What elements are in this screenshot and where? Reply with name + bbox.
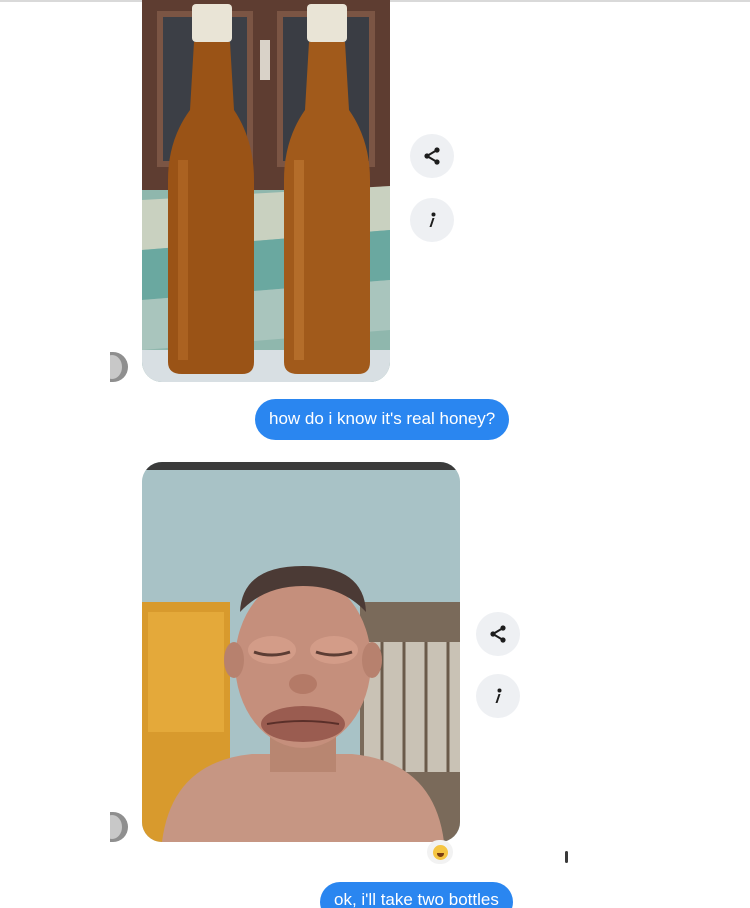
message-text: ok, i'll take two bottles <box>334 890 499 908</box>
info-button[interactable] <box>476 674 520 718</box>
honey-bottles-photo[interactable] <box>142 0 390 382</box>
share-button[interactable] <box>410 134 454 178</box>
swollen-face-photo[interactable] <box>142 462 460 842</box>
info-icon <box>422 210 442 230</box>
info-button[interactable] <box>410 198 454 242</box>
share-icon <box>422 146 442 166</box>
sender-avatar[interactable] <box>110 352 128 382</box>
message-text: how do i know it's real honey? <box>269 409 496 428</box>
share-button[interactable] <box>476 612 520 656</box>
sent-message-bubble[interactable]: ok, i'll take two bottles <box>320 882 513 908</box>
seen-indicator <box>565 851 568 863</box>
laugh-cry-emoji-icon <box>432 844 448 860</box>
reaction-badge[interactable] <box>427 840 453 864</box>
share-icon <box>488 624 508 644</box>
chat-screen: how do i know it's real honey? ok, i'll … <box>0 0 750 908</box>
info-icon <box>488 686 508 706</box>
sender-avatar[interactable] <box>110 812 128 842</box>
sent-message-bubble[interactable]: how do i know it's real honey? <box>255 399 510 440</box>
